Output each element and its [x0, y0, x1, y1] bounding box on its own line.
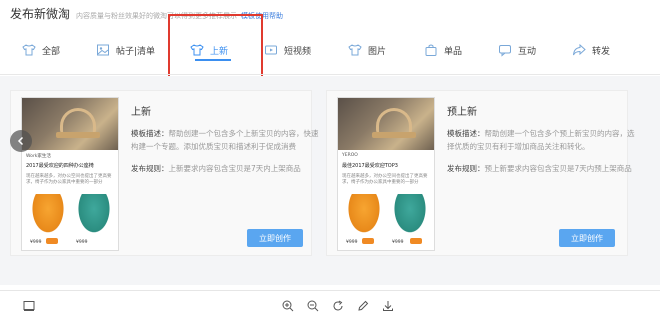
tab-label: 单品 — [444, 46, 463, 57]
shirt-icon — [22, 43, 36, 57]
page: 发布新微淘 内容质量与粉丝效果好的微淘可以得到更多推荐展示 模板使用帮助 全部 … — [0, 0, 660, 324]
viewer-toolbar — [0, 290, 660, 324]
preview-price: ¥999 — [392, 240, 404, 245]
product-image — [76, 194, 112, 236]
tab-images[interactable]: 图片 — [348, 34, 386, 66]
tab-interaction[interactable]: 互动 — [498, 34, 536, 66]
preview-price: ¥999 — [76, 240, 88, 245]
zoom-out-icon[interactable] — [306, 299, 320, 313]
card-rule: 发布规则：预上新要求内容包含宝贝是7天内预上架商品 — [447, 163, 637, 174]
buy-badge — [46, 238, 58, 244]
card-rule: 发布规则：上新要求内容包含宝贝是7天内上架商品 — [131, 163, 321, 174]
preview-headline: 最佳2017最受欢迎TOP3 — [342, 163, 398, 169]
preview-price: ¥999 — [30, 240, 42, 245]
preview-price: ¥999 — [346, 240, 358, 245]
download-icon[interactable] — [381, 299, 395, 313]
card-title: 预上新 — [447, 107, 477, 118]
video-icon — [264, 43, 278, 57]
rule-label: 发布规则： — [447, 164, 485, 173]
template-card-pre-new: YEROO 最佳2017最受欢迎TOP3 现在越来越多，对办公空间也提出了更高要… — [326, 90, 635, 256]
edit-icon[interactable] — [356, 299, 370, 313]
tab-label: 互动 — [518, 46, 537, 57]
product-image — [346, 194, 382, 236]
rule-text: 上新要求内容包含宝贝是7天内上架商品 — [168, 164, 301, 173]
desc-label: 模板描述： — [447, 129, 485, 138]
preview-headline: 2017最受欢迎的四种办公座椅 — [26, 163, 94, 169]
template-preview: YEROO 最佳2017最受欢迎TOP3 现在越来越多，对办公空间也提出了更高要… — [337, 97, 435, 251]
desc-label: 模板描述： — [131, 129, 169, 138]
product-image — [30, 194, 66, 236]
card-title: 上新 — [131, 107, 151, 118]
template-card-new: Work家生活 2017最受欢迎的四种办公座椅 现在越来越多，对办公空间也提出了… — [10, 90, 319, 256]
chevron-left-icon — [17, 136, 24, 146]
tab-posts[interactable]: 帖子|清单 — [96, 34, 155, 66]
tab-label: 转发 — [592, 46, 611, 57]
chat-icon — [498, 43, 512, 57]
rule-label: 发布规则： — [131, 164, 169, 173]
tab-bar: 全部 帖子|清单 上新 短视频 图片 单品 互动 转发 — [0, 34, 660, 70]
preview-shop: Work家生活 — [26, 154, 51, 159]
divider — [0, 74, 660, 75]
tab-single-item[interactable]: 单品 — [424, 34, 462, 66]
tab-short-video[interactable]: 短视频 — [264, 34, 311, 66]
preview-shop: YEROO — [342, 153, 358, 158]
preview-body: 现在越来越多，对办公空间也提出了更高要求，椅子作为办公家具中重要的一部分 — [342, 174, 428, 185]
create-now-button[interactable]: 立即创作 — [247, 229, 303, 247]
page-title: 发布新微淘 — [10, 7, 71, 21]
zoom-in-icon[interactable] — [281, 299, 295, 313]
bag-icon — [424, 43, 438, 57]
tab-label: 帖子|清单 — [116, 46, 156, 57]
product-image — [392, 194, 428, 236]
shirt-icon — [348, 43, 362, 57]
template-preview: Work家生活 2017最受欢迎的四种办公座椅 现在越来越多，对办公空间也提出了… — [21, 97, 119, 251]
preview-body: 现在越来越多，对办公空间也提出了更高要求，椅子作为办公家具中重要的一部分 — [26, 174, 112, 185]
create-now-button[interactable]: 立即创作 — [559, 229, 615, 247]
rule-text: 预上新要求内容包含宝贝是7天内预上架商品 — [484, 164, 632, 173]
tab-label: 图片 — [368, 46, 387, 57]
share-icon — [572, 43, 586, 57]
buy-badge — [362, 238, 374, 244]
tab-label: 短视频 — [284, 46, 312, 57]
carousel-prev-button[interactable] — [10, 130, 32, 152]
rotate-icon[interactable] — [331, 299, 345, 313]
tab-all[interactable]: 全部 — [22, 34, 60, 66]
buy-badge — [410, 238, 422, 244]
image-icon[interactable] — [22, 299, 36, 313]
image-list-icon — [96, 43, 110, 57]
tab-share[interactable]: 转发 — [572, 34, 610, 66]
tab-label: 全部 — [42, 46, 61, 57]
card-description: 模板描述：帮助创建一个包含多个上新宝贝的内容，快速构建一个专题。添加优质宝贝和描… — [131, 127, 321, 153]
card-description: 模板描述：帮助创建一个包含多个预上新宝贝的内容，选择优质的宝贝有利于增加商品关注… — [447, 127, 637, 153]
